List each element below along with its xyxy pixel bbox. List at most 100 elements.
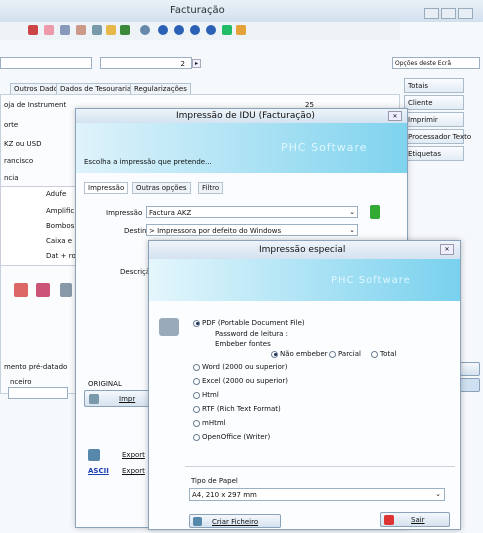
word-radio[interactable] <box>193 363 200 371</box>
idu-watermark: PHC Software <box>281 141 368 154</box>
list-item[interactable]: Amplific <box>46 207 74 215</box>
right-button-bottom-1[interactable] <box>460 362 480 376</box>
create-file-button[interactable]: Criar Ficheiro <box>189 514 281 528</box>
idu-tab-outras[interactable]: Outras opções <box>132 182 191 194</box>
list-item[interactable]: Dat + ro <box>46 252 76 260</box>
excel-option[interactable]: Excel (2000 ou superior) <box>193 377 288 385</box>
imprimir-label: Imprimir <box>408 116 438 124</box>
toolbar <box>0 22 400 40</box>
html-label: Html <box>202 391 219 399</box>
nceiro-field[interactable] <box>8 387 68 399</box>
search-icon[interactable] <box>140 25 150 35</box>
etiquetas-label: Etiquetas <box>408 150 441 158</box>
embed-none-option[interactable]: Não embeber <box>271 350 328 358</box>
maximize-button[interactable] <box>441 8 456 19</box>
embeber-label: Embeber fontes <box>215 340 271 348</box>
right-item-cliente[interactable]: Cliente <box>404 95 464 110</box>
pdf-radio[interactable] <box>193 319 200 327</box>
page-field-button[interactable]: ▸ <box>192 59 201 68</box>
cliente-label: Cliente <box>408 99 433 107</box>
right-item-processador[interactable]: Processador Texto <box>404 129 471 144</box>
openoffice-radio[interactable] <box>193 433 200 441</box>
nav-next-icon[interactable] <box>190 25 200 35</box>
export-label-1[interactable]: Export <box>122 451 145 459</box>
delete-icon[interactable] <box>28 25 38 35</box>
minimize-button[interactable] <box>424 8 439 19</box>
mhtml-option[interactable]: mHtml <box>193 419 226 427</box>
processador-label: Processador Texto <box>408 133 472 141</box>
embed-none-radio[interactable] <box>271 350 278 358</box>
impressao-config-icon[interactable] <box>370 205 380 219</box>
right-item-totais[interactable]: Totais <box>404 78 464 93</box>
page-field[interactable]: 2 <box>100 57 192 69</box>
word-option[interactable]: Word (2000 ou superior) <box>193 363 287 371</box>
paper-dropdown-icon[interactable]: ⌄ <box>435 490 441 498</box>
openoffice-option[interactable]: OpenOffice (Writer) <box>193 433 270 441</box>
folder-icon[interactable] <box>106 25 116 35</box>
file-icon <box>193 517 202 526</box>
original-label: ORIGINAL <box>88 380 122 388</box>
right-button-bottom-2[interactable] <box>460 378 480 392</box>
html-radio[interactable] <box>193 391 200 399</box>
special-close-button[interactable]: ✕ <box>440 244 454 255</box>
copy-icon[interactable] <box>92 25 102 35</box>
pdf-option[interactable]: PDF (Portable Document File) <box>193 319 305 327</box>
pdf-label: PDF (Portable Document File) <box>202 319 305 327</box>
export-label-2[interactable]: Export <box>122 467 145 475</box>
rtf-option[interactable]: RTF (Rich Text Format) <box>193 405 281 413</box>
html-option[interactable]: Html <box>193 391 219 399</box>
rtf-radio[interactable] <box>193 405 200 413</box>
printer-large-icon <box>159 318 179 336</box>
nav-first-icon[interactable] <box>158 25 168 35</box>
options-select-value: Opções deste Ecrã <box>395 60 452 67</box>
idu-tab-filtro[interactable]: Filtro <box>198 182 224 194</box>
list-item[interactable]: Bombos <box>46 222 74 230</box>
exit-button[interactable]: Sair <box>380 512 450 527</box>
list-icon[interactable] <box>60 25 70 35</box>
pink-button-icon-2[interactable] <box>36 283 50 297</box>
impressao-select[interactable]: Factura AKZ ⌄ <box>146 206 358 218</box>
impressao-label: Impressão <box>106 209 143 217</box>
save-icon[interactable] <box>222 25 232 35</box>
excel-radio[interactable] <box>193 377 200 385</box>
idu-title: Impressão de IDU (Facturação) <box>176 111 315 121</box>
excel-icon[interactable] <box>120 25 130 35</box>
paper-select[interactable]: A4, 210 x 297 mm ⌄ <box>189 488 445 501</box>
doc-icon[interactable] <box>76 25 86 35</box>
nav-prev-icon[interactable] <box>174 25 184 35</box>
impressao-dropdown-icon[interactable]: ⌄ <box>349 208 355 216</box>
totais-label: Totais <box>408 82 428 90</box>
options-select[interactable]: Opções deste Ecrã <box>392 57 480 69</box>
embed-partial-label: Parcial <box>338 350 361 358</box>
list-item[interactable]: Adufe <box>46 190 66 198</box>
destino-dropdown-icon[interactable]: ⌄ <box>349 226 355 234</box>
destino-value: > Impressora por defeito do Windows <box>149 227 282 235</box>
left-label-3: KZ ou USD <box>4 140 42 148</box>
embed-total-radio[interactable] <box>371 350 378 358</box>
destino-select[interactable]: > Impressora por defeito do Windows ⌄ <box>146 224 358 236</box>
word-label: Word (2000 ou superior) <box>202 363 288 371</box>
nav-last-icon[interactable] <box>206 25 216 35</box>
embed-partial-radio[interactable] <box>329 350 336 358</box>
special-banner <box>149 259 460 301</box>
idu-tab-impressao[interactable]: Impressão <box>84 182 129 194</box>
right-item-imprimir[interactable]: Imprimir <box>404 112 464 127</box>
idu-close-button[interactable]: ✕ <box>388 111 402 121</box>
export-icon[interactable] <box>88 449 100 461</box>
ascii-label: ASCII <box>88 467 109 475</box>
edit-icon[interactable] <box>44 25 54 35</box>
top-select[interactable] <box>0 57 92 69</box>
refresh-icon[interactable] <box>236 25 246 35</box>
mhtml-label: mHtml <box>202 419 226 427</box>
right-item-etiquetas[interactable]: Etiquetas <box>404 146 464 161</box>
embed-total-option[interactable]: Total <box>371 350 396 358</box>
mhtml-radio[interactable] <box>193 419 200 427</box>
close-button[interactable] <box>458 8 473 19</box>
list-item[interactable]: Caixa e <box>46 237 72 245</box>
tool-button-icon[interactable] <box>60 283 72 297</box>
embed-partial-option[interactable]: Parcial <box>329 350 361 358</box>
excel-label: Excel (2000 ou superior) <box>202 377 289 385</box>
predatado-label: mento pré-datado <box>4 363 68 371</box>
exit-icon <box>384 515 394 525</box>
pink-button-icon[interactable] <box>14 283 28 297</box>
